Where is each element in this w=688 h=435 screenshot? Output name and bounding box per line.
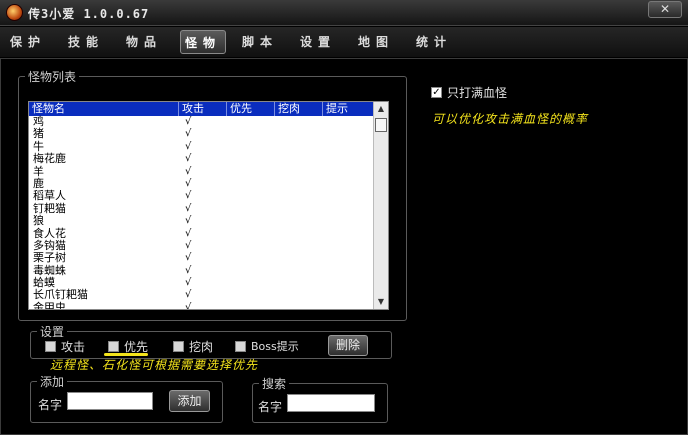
list-item[interactable]: 牛 √ bbox=[29, 140, 374, 153]
tab-stats[interactable]: 统计 bbox=[412, 30, 456, 54]
tab-skills[interactable]: 技能 bbox=[64, 30, 108, 54]
list-item[interactable]: 栗子树 √ bbox=[29, 251, 374, 265]
monster-list-group-label: 怪物列表 bbox=[28, 70, 77, 84]
monster-name: 金甲虫 bbox=[33, 300, 66, 310]
attack-check-mark: √ bbox=[185, 128, 192, 140]
tab-bar: 保护 技能 物品 怪物 脚本 设置 地图 统计 bbox=[0, 27, 688, 57]
attack-check-mark: √ bbox=[185, 264, 192, 276]
list-item[interactable]: 食人花 √ bbox=[29, 227, 374, 240]
monster-name: 长爪钉耙猫 bbox=[33, 288, 88, 302]
attack-check-mark: √ bbox=[185, 153, 192, 165]
attack-check-mark: √ bbox=[185, 227, 192, 239]
attack-checkbox[interactable] bbox=[45, 341, 56, 352]
list-header: 怪物名 攻击 优先 挖肉 提示 bbox=[29, 102, 374, 116]
list-item[interactable]: 多钩猫 √ bbox=[29, 239, 374, 252]
column-header-hint[interactable]: 提示 bbox=[323, 102, 374, 116]
monster-name: 稻草人 bbox=[33, 189, 66, 203]
full-hp-only-checkbox[interactable]: ✓ bbox=[431, 87, 442, 98]
list-item[interactable]: 狼 √ bbox=[29, 214, 374, 228]
attack-check-mark: √ bbox=[185, 140, 192, 152]
app-logo-icon bbox=[6, 4, 23, 21]
scroll-up-icon[interactable]: ▲ bbox=[375, 103, 387, 115]
priority-checkbox[interactable] bbox=[108, 341, 119, 352]
attack-check-mark: √ bbox=[185, 239, 192, 251]
scroll-down-icon[interactable]: ▼ bbox=[375, 296, 387, 308]
attack-check-mark: √ bbox=[185, 215, 192, 227]
priority-hint-text: 远程怪、石化怪可根据需要选择优先 bbox=[50, 358, 259, 372]
attack-check-mark: √ bbox=[185, 277, 192, 289]
monster-name: 猪 bbox=[33, 127, 44, 141]
list-scrollbar[interactable]: ▲ ▼ bbox=[373, 102, 388, 309]
search-group-label: 搜索 bbox=[262, 377, 287, 391]
list-item[interactable]: 金甲虫 √ bbox=[29, 300, 374, 310]
full-hp-hint-text: 可以优化攻击满血怪的概率 bbox=[432, 112, 589, 126]
list-rows: 鸡 √ 猪 √ 牛 √ 梅花鹿 √ 羊 √ 鹿 √ 稻草人 √ 钉耙猫 √ 狼 √ 食人花 √ 多钩猫 √ 栗子树 √ 毒蜘蛛 √… bbox=[29, 115, 374, 310]
list-item[interactable]: 钉耙猫 √ bbox=[29, 202, 374, 215]
list-item[interactable]: 长爪钉耙猫 √ bbox=[29, 288, 374, 302]
list-item[interactable]: 梅花鹿 √ bbox=[29, 152, 374, 166]
list-item[interactable]: 毒蜘蛛 √ bbox=[29, 264, 374, 277]
close-button[interactable]: ✕ bbox=[648, 1, 682, 18]
column-header-attack[interactable]: 攻击 bbox=[179, 102, 227, 116]
list-item[interactable]: 鹿 √ bbox=[29, 177, 374, 190]
delete-button[interactable]: 删除 bbox=[328, 335, 368, 356]
monster-list[interactable]: 怪物名 攻击 优先 挖肉 提示 鸡 √ 猪 √ 牛 √ 梅花鹿 √ 羊 √ 鹿 √ 稻草人 √ 钉耙猫 √ 狼 √… bbox=[28, 101, 389, 310]
list-item[interactable]: 羊 √ bbox=[29, 165, 374, 178]
add-button[interactable]: 添加 bbox=[169, 390, 210, 412]
tab-protect[interactable]: 保护 bbox=[6, 30, 50, 54]
add-name-input[interactable] bbox=[67, 392, 153, 410]
column-header-meat[interactable]: 挖肉 bbox=[275, 102, 323, 116]
list-item[interactable]: 稻草人 √ bbox=[29, 189, 374, 203]
add-group-label: 添加 bbox=[40, 375, 65, 389]
add-name-label: 名字 bbox=[38, 398, 63, 412]
scroll-thumb[interactable] bbox=[375, 118, 387, 132]
tab-items[interactable]: 物品 bbox=[122, 30, 166, 54]
search-input[interactable] bbox=[287, 394, 375, 412]
tab-settings[interactable]: 设置 bbox=[296, 30, 340, 54]
attack-check-mark: √ bbox=[185, 301, 192, 310]
monster-name: 栗子树 bbox=[33, 251, 66, 265]
tab-scripts[interactable]: 脚本 bbox=[238, 30, 282, 54]
full-hp-only-label: 只打满血怪 bbox=[447, 86, 508, 100]
column-header-priority[interactable]: 优先 bbox=[227, 102, 275, 116]
window-title: 传3小爱 1.0.0.67 bbox=[28, 7, 150, 21]
boss-hint-checkbox[interactable] bbox=[235, 341, 246, 352]
attack-check-mark: √ bbox=[185, 177, 192, 189]
boss-hint-checkbox-label: Boss提示 bbox=[251, 340, 299, 353]
list-item[interactable]: 猪 √ bbox=[29, 127, 374, 141]
column-header-name[interactable]: 怪物名 bbox=[29, 102, 179, 116]
tab-map[interactable]: 地图 bbox=[354, 30, 398, 54]
monster-name: 梅花鹿 bbox=[33, 152, 66, 166]
attack-check-mark: √ bbox=[185, 202, 192, 214]
search-name-label: 名字 bbox=[258, 400, 283, 414]
attack-check-mark: √ bbox=[185, 165, 192, 177]
list-item[interactable]: 鸡 √ bbox=[29, 115, 374, 128]
attack-check-mark: √ bbox=[185, 190, 192, 202]
attack-check-mark: √ bbox=[185, 252, 192, 264]
meat-checkbox[interactable] bbox=[173, 341, 184, 352]
attack-check-mark: √ bbox=[185, 116, 192, 127]
title-bar: 传3小爱 1.0.0.67 ✕ bbox=[0, 0, 688, 26]
attack-check-mark: √ bbox=[185, 289, 192, 301]
attack-checkbox-label: 攻击 bbox=[61, 340, 86, 354]
meat-checkbox-label: 挖肉 bbox=[189, 340, 214, 354]
tab-monsters[interactable]: 怪物 bbox=[180, 30, 226, 54]
monster-name: 狼 bbox=[33, 214, 44, 228]
